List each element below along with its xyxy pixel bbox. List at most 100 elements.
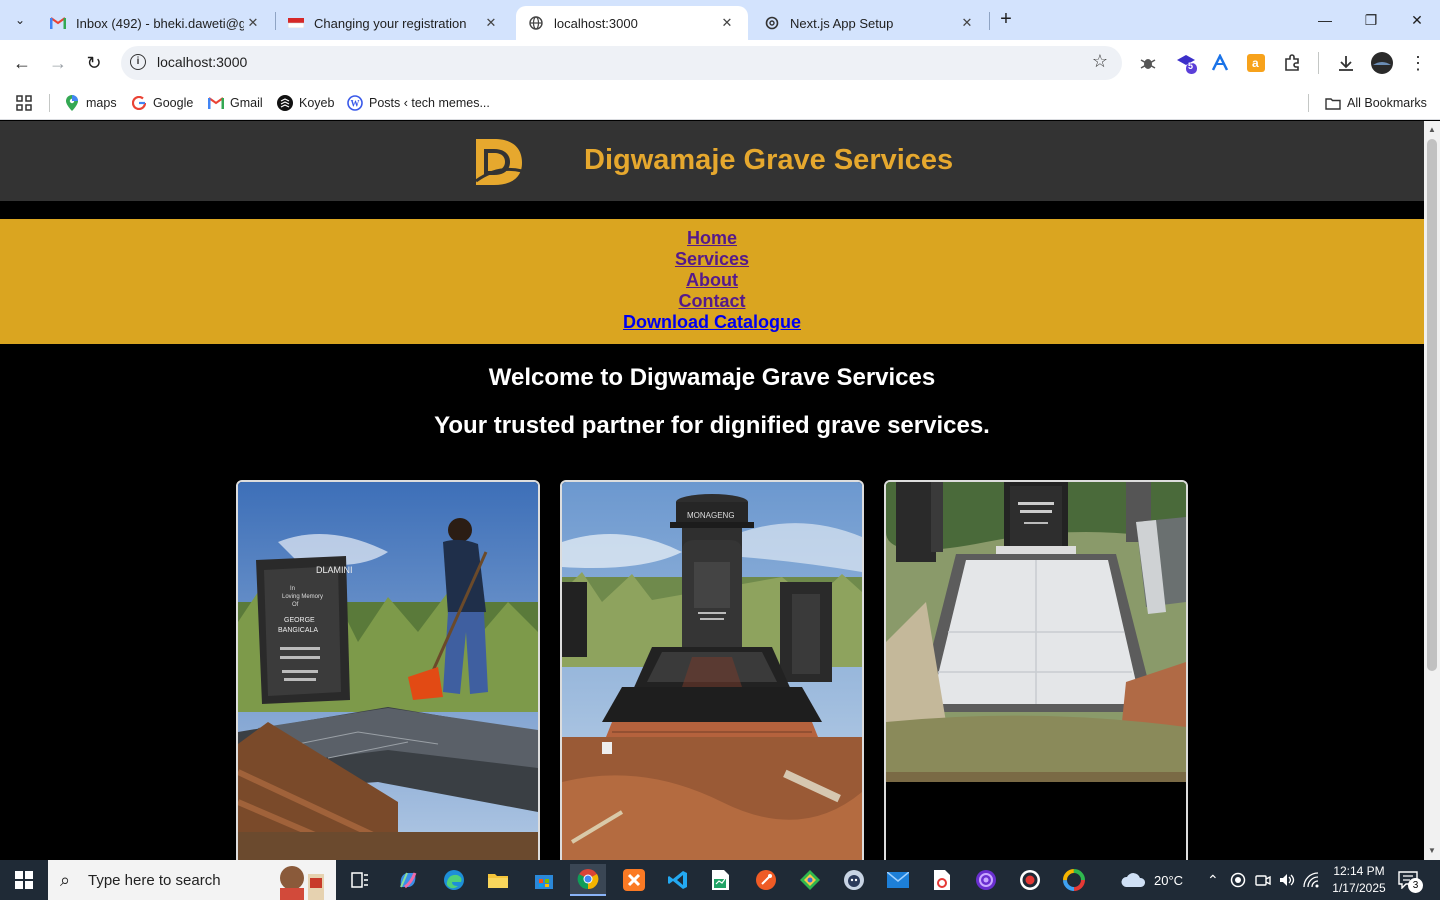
git-app-icon[interactable] — [792, 864, 828, 896]
bookmark-star-icon[interactable]: ☆ — [1092, 51, 1108, 72]
toolbar-divider — [1318, 52, 1319, 74]
back-button[interactable]: ← — [8, 49, 36, 77]
close-icon[interactable]: ✕ — [718, 15, 736, 31]
tab-search-button[interactable]: ⌄ — [6, 6, 34, 34]
microsoft-store-icon[interactable] — [526, 864, 562, 896]
bookmark-gmail[interactable]: Gmail — [208, 92, 263, 114]
headstone-line: GEORGE — [284, 617, 315, 624]
bookmark-google[interactable]: Google — [131, 92, 193, 114]
tab-title: localhost:3000 — [554, 15, 638, 31]
browser-toolbar: ← → ↻ i localhost:3000 ☆ 5 a ⋮ — [0, 40, 1440, 86]
copilot-icon[interactable] — [390, 864, 426, 896]
cloud-icon — [1121, 873, 1146, 887]
nav-download-catalogue-link[interactable]: Download Catalogue — [0, 312, 1424, 333]
amazon-extension-icon[interactable]: a — [1244, 51, 1268, 75]
nav-contact-link[interactable]: Contact — [0, 291, 1424, 312]
extensions-puzzle-icon[interactable] — [1280, 51, 1304, 75]
menu-kebab-icon[interactable]: ⋮ — [1406, 51, 1430, 75]
gallery-card-1[interactable]: DLAMINI In Loving Memory Of GEORGE BANGI… — [236, 480, 540, 860]
volume-icon[interactable] — [1278, 860, 1296, 900]
address-bar[interactable]: i localhost:3000 ☆ — [121, 46, 1122, 80]
tab-registration[interactable]: Changing your registration ✕ — [276, 6, 512, 40]
taskbar-search-box[interactable]: ⌕ Type here to search — [48, 860, 336, 900]
folder-icon — [1325, 95, 1341, 111]
google-icon — [131, 95, 147, 111]
mail-icon[interactable] — [880, 864, 916, 896]
weather-temperature: 20°C — [1154, 872, 1184, 888]
file-explorer-icon[interactable] — [480, 864, 516, 896]
meet-camera-icon[interactable] — [1255, 860, 1271, 900]
close-icon[interactable]: ✕ — [244, 15, 262, 31]
weather-widget[interactable]: 20°C — [1120, 860, 1183, 900]
postman-icon[interactable] — [748, 864, 784, 896]
network-icon[interactable] — [1303, 860, 1319, 900]
bookmark-koyeb[interactable]: Koyeb — [277, 92, 334, 114]
taskbar-clock[interactable]: 12:14 PM 1/17/2025 — [1326, 863, 1392, 897]
location-icon[interactable] — [1230, 860, 1246, 900]
site-info-icon[interactable]: i — [130, 54, 146, 70]
all-bookmarks-button[interactable]: All Bookmarks — [1325, 92, 1427, 114]
tab-nextjs[interactable]: Next.js App Setup ✕ — [752, 6, 988, 40]
clock-date: 1/17/2025 — [1332, 881, 1386, 895]
reload-button[interactable]: ↻ — [80, 49, 108, 77]
nav-home-link[interactable]: Home — [0, 228, 1424, 249]
tab-localhost[interactable]: localhost:3000 ✕ — [516, 6, 748, 40]
close-icon[interactable]: ✕ — [958, 15, 976, 31]
edge-icon[interactable] — [436, 864, 472, 896]
scrollbar-thumb[interactable] — [1427, 139, 1437, 671]
gmail-icon — [50, 15, 66, 31]
svg-text:a: a — [1252, 56, 1259, 70]
download-icon[interactable] — [1334, 51, 1358, 75]
forward-button[interactable]: → — [44, 49, 72, 77]
scroll-down-arrow-icon[interactable]: ▼ — [1428, 846, 1436, 855]
bookmark-label: Google — [153, 96, 194, 110]
document-app-icon[interactable] — [924, 864, 960, 896]
profile-avatar[interactable] — [1370, 51, 1394, 75]
pen-extension-icon[interactable] — [1208, 51, 1232, 75]
wordpress-icon: W — [347, 95, 363, 111]
tab-divider — [989, 12, 990, 30]
show-hidden-icons-icon[interactable]: ⌃ — [1207, 860, 1219, 900]
search-highlight-illustration — [280, 866, 324, 900]
bug-extension-icon[interactable] — [1136, 51, 1160, 75]
search-placeholder: Type here to search — [88, 872, 221, 889]
bookmark-wordpress[interactable]: W Posts ‹ tech memes... — [347, 92, 490, 114]
record-icon[interactable] — [1012, 864, 1048, 896]
tab-title: Changing your registration — [314, 15, 467, 31]
notification-center-icon[interactable]: 3 — [1398, 860, 1423, 900]
linux-app-icon[interactable] — [836, 864, 872, 896]
gallery-card-2[interactable]: MONAGENG — [560, 480, 864, 860]
apps-grid-icon[interactable] — [16, 92, 32, 114]
minimize-button[interactable]: — — [1302, 0, 1348, 40]
restore-button[interactable]: ❐ — [1348, 0, 1394, 40]
koyeb-icon — [277, 95, 293, 111]
close-window-button[interactable]: ✕ — [1394, 0, 1440, 40]
page-viewport: Digwamaje Grave Services Home Services A… — [0, 121, 1424, 860]
headstone-line: BANGICALA — [278, 627, 318, 634]
spreadsheet-icon[interactable] — [702, 864, 738, 896]
color-wheel-app-icon[interactable] — [1056, 864, 1092, 896]
chrome-taskbar-icon[interactable] — [570, 864, 606, 896]
welcome-heading: Welcome to Digwamaje Grave Services — [488, 364, 936, 391]
bookmark-maps[interactable]: maps — [64, 92, 117, 114]
graduation-extension-icon[interactable]: 5 — [1174, 51, 1198, 75]
xampp-icon[interactable] — [616, 864, 652, 896]
new-tab-button[interactable]: + — [994, 8, 1018, 32]
vscode-icon[interactable] — [660, 864, 696, 896]
brand-logo[interactable] — [472, 135, 524, 187]
close-icon[interactable]: ✕ — [482, 15, 500, 31]
nav-about-link[interactable]: About — [0, 270, 1424, 291]
nav-services-link[interactable]: Services — [0, 249, 1424, 270]
windows-start-button[interactable] — [0, 860, 48, 900]
tab-gmail[interactable]: Inbox (492) - bheki.daweti@gm ✕ — [38, 6, 274, 40]
gallery-card-3[interactable] — [884, 480, 1188, 860]
windows-taskbar: ⌕ Type here to search 20°C ⌃ 12:14 PM 1/… — [0, 860, 1440, 900]
headstone-name: MONAGENG — [687, 511, 735, 520]
page-scrollbar[interactable]: ▲ ▼ — [1424, 121, 1440, 860]
gmail-icon — [208, 95, 224, 111]
search-icon: ⌕ — [60, 870, 71, 890]
task-view-icon[interactable] — [342, 864, 378, 896]
purple-spiral-app-icon[interactable] — [968, 864, 1004, 896]
bookmarks-divider — [49, 94, 50, 112]
scroll-up-arrow-icon[interactable]: ▲ — [1428, 125, 1436, 134]
